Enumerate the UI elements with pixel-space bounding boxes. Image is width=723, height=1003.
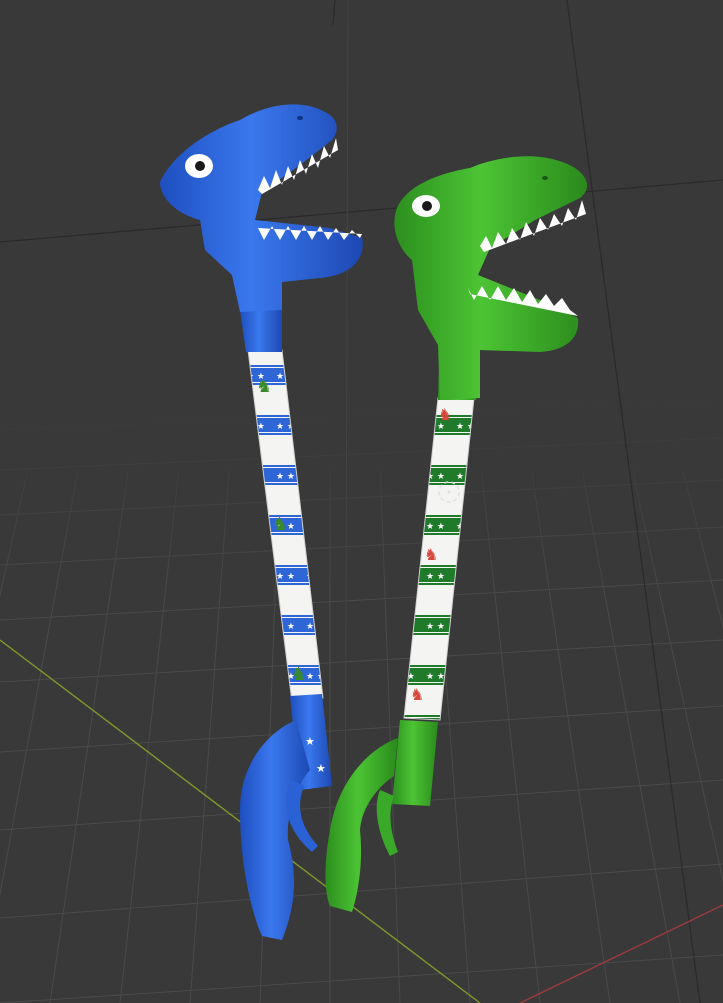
svg-text:♞: ♞ [438,405,452,424]
svg-text:♞: ♞ [256,376,272,397]
svg-text:♞: ♞ [424,545,438,564]
3d-viewport[interactable]: ★ ★ ★ ★ [0,0,723,1003]
svg-text:♞: ♞ [272,514,288,535]
svg-text:♞: ♞ [291,664,307,685]
blue-collar [240,310,282,352]
svg-text:★: ★ [316,762,326,775]
grid-fade [0,0,723,1003]
svg-text:★: ★ [305,735,315,748]
svg-text:♞: ♞ [410,685,424,704]
